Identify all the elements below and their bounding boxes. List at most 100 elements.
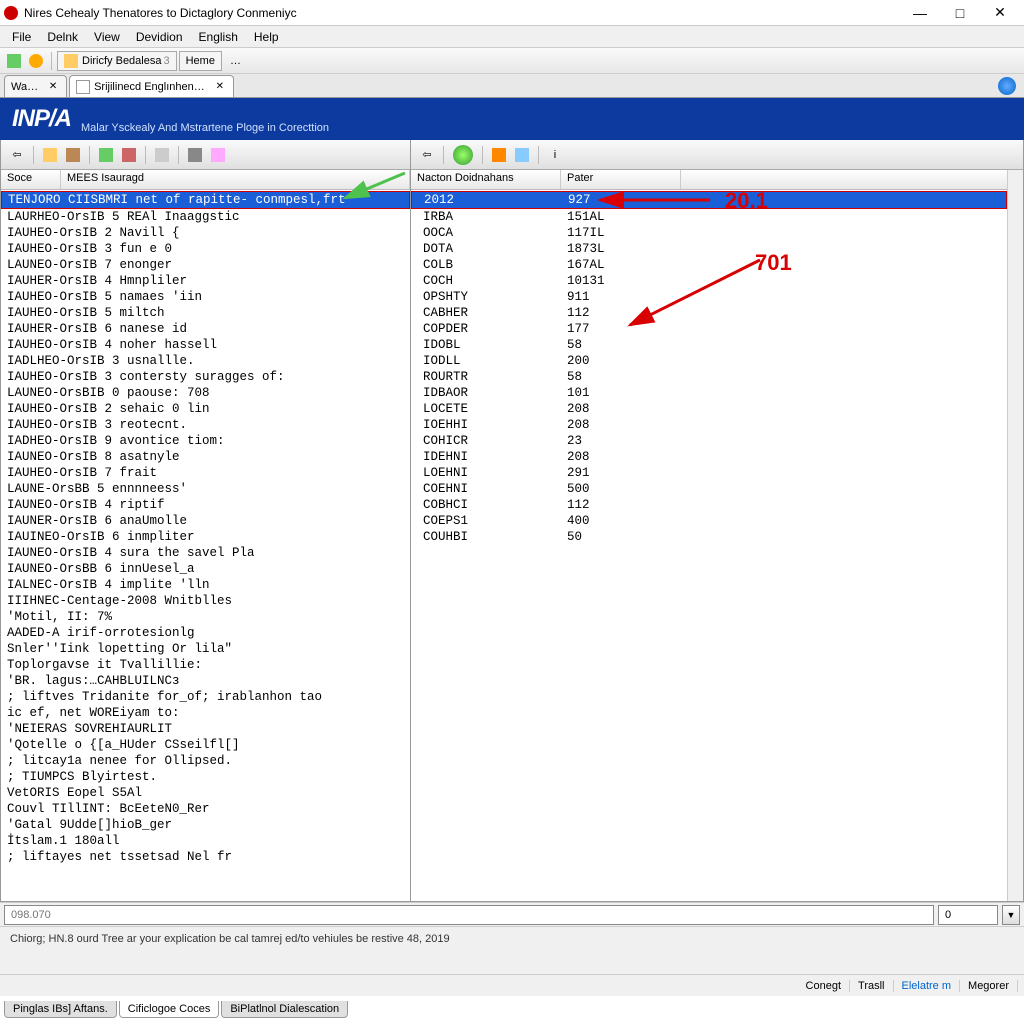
list-item[interactable]: IIIHNEC-Centage-2008 Wnitblles xyxy=(1,593,410,609)
list-item[interactable]: IAUHEO-OrsIB 2 sehaic 0 lin xyxy=(1,401,410,417)
list-item[interactable]: LAUNEO-OrsIB 7 enonger xyxy=(1,257,410,273)
list-item[interactable]: IAUHER-OrsIB 6 nanese id xyxy=(1,321,410,337)
list-item[interactable]: IAUHEO-OrsIB 3 reotecnt. xyxy=(1,417,410,433)
info-icon[interactable]: i xyxy=(545,145,565,165)
btab-3[interactable]: BiPlatlnol Dialescation xyxy=(221,1001,348,1018)
book-icon[interactable] xyxy=(185,145,205,165)
value-input[interactable] xyxy=(938,905,998,925)
list-item[interactable]: IAUNEO-OrsIB 4 sura the savel Pla xyxy=(1,545,410,561)
maximize-button[interactable]: □ xyxy=(940,1,980,25)
status-megorer[interactable]: Megorer xyxy=(960,980,1018,992)
back2-icon[interactable]: ⇦ xyxy=(417,145,437,165)
list-item[interactable]: Toplorgavse it Tvallillie: xyxy=(1,657,410,673)
right-col-2[interactable]: Pater xyxy=(561,170,681,189)
card-icon[interactable] xyxy=(152,145,172,165)
directory-button[interactable]: Diricfy Bedalesa 3 xyxy=(57,51,177,71)
list-item[interactable]: IAUHEO-OrsIB 3 fun e 0 xyxy=(1,241,410,257)
flag-icon[interactable] xyxy=(489,145,509,165)
table-row[interactable]: COBHCI112 xyxy=(411,497,1007,513)
left-list[interactable]: TENJORO CIISBMRI net of rapitte- conmpes… xyxy=(1,190,410,901)
list-item[interactable]: IAUINEO-OrsIB 6 inmpliter xyxy=(1,529,410,545)
status-connect[interactable]: Conegt xyxy=(798,980,850,992)
back-icon[interactable]: ⇦ xyxy=(7,145,27,165)
menu-english[interactable]: English xyxy=(191,28,246,46)
list-item[interactable]: IAUNEO-OrsIB 8 asatnyle xyxy=(1,449,410,465)
menu-delnk[interactable]: Delnk xyxy=(39,28,86,46)
play-icon[interactable] xyxy=(450,142,476,168)
list-item[interactable]: IAUHEO-OrsIB 2 Navill { xyxy=(1,225,410,241)
table-row[interactable]: IOEHHI208 xyxy=(411,417,1007,433)
menu-file[interactable]: File xyxy=(4,28,39,46)
save-icon[interactable] xyxy=(63,145,83,165)
status-elelatre[interactable]: Elelatre m xyxy=(894,980,961,992)
tab-2[interactable]: Srijilinecd Englınhen… ✕ xyxy=(69,75,234,97)
table-row[interactable]: IDOBL58 xyxy=(411,337,1007,353)
table-row[interactable]: ROURTR58 xyxy=(411,369,1007,385)
tab-2-close-icon[interactable]: ✕ xyxy=(213,80,227,94)
tool-refresh-icon[interactable] xyxy=(26,51,46,71)
tool-new-icon[interactable] xyxy=(4,51,24,71)
tab-1[interactable]: Wa… ✕ xyxy=(4,75,67,97)
status-trasll[interactable]: Trasll xyxy=(850,980,893,992)
right-col-1[interactable]: Nacton Doidnahans xyxy=(411,170,561,189)
table-row[interactable]: OOCA117IL xyxy=(411,225,1007,241)
list-item[interactable]: ; liftayes net tssetsad Nel fr xyxy=(1,849,410,865)
list-item[interactable]: ; liftves Tridanite for_of; irablanhon t… xyxy=(1,689,410,705)
minimize-button[interactable]: — xyxy=(900,1,940,25)
tab-1-close-icon[interactable]: ✕ xyxy=(46,80,60,94)
right-list[interactable]: 2012927IRBA151ALOOCA117ILDOTA1873LCOLB16… xyxy=(411,190,1007,901)
table-row[interactable]: CABHER112 xyxy=(411,305,1007,321)
list-item[interactable]: IAUHEO-OrsIB 7 frait xyxy=(1,465,410,481)
table-row[interactable]: COHICR23 xyxy=(411,433,1007,449)
list-item[interactable]: AADED-A irif-orrotesionlg xyxy=(1,625,410,641)
globe-icon[interactable] xyxy=(998,77,1016,95)
list-item[interactable]: 'Motil, II: 7% xyxy=(1,609,410,625)
table-row[interactable]: DOTA1873L xyxy=(411,241,1007,257)
list-item[interactable]: IAUNER-OrsIB 6 anaUmolle xyxy=(1,513,410,529)
list-item[interactable]: IAUHEO-OrsIB 5 namaes 'iin xyxy=(1,289,410,305)
list-item[interactable]: LAUNE-OrsBB 5 ennnneess' xyxy=(1,481,410,497)
table-row[interactable]: LOEHNI291 xyxy=(411,465,1007,481)
table-row[interactable]: COCH10131 xyxy=(411,273,1007,289)
list-item[interactable]: LAURHEO-OrsIB 5 REAl Inaaggstic xyxy=(1,209,410,225)
list-item[interactable]: IAUNEO-OrsBB 6 innUesel_a xyxy=(1,561,410,577)
home-button[interactable]: Heme xyxy=(179,51,222,71)
close-button[interactable]: ✕ xyxy=(980,1,1020,25)
list-item[interactable]: IAUNEO-OrsIB 4 riptif xyxy=(1,497,410,513)
table-row[interactable]: COEPS1400 xyxy=(411,513,1007,529)
menu-help[interactable]: Help xyxy=(246,28,287,46)
table-row[interactable]: IRBA151AL xyxy=(411,209,1007,225)
list-item[interactable]: ; litcay1a nenee for Ollipsed. xyxy=(1,753,410,769)
table-row[interactable]: 2012927 xyxy=(411,191,1007,209)
grid1-icon[interactable] xyxy=(96,145,116,165)
list-item[interactable]: Snler''Iink lopetting Or lila" xyxy=(1,641,410,657)
grid2-icon[interactable] xyxy=(119,145,139,165)
list-item[interactable]: 'BR. lagus:…CAHBLUILNCз xyxy=(1,673,410,689)
left-col-1[interactable]: Soce xyxy=(1,170,61,189)
list-item[interactable]: IAUHEO-OrsIB 5 miltch xyxy=(1,305,410,321)
search-input[interactable] xyxy=(4,905,934,925)
menu-view[interactable]: View xyxy=(86,28,128,46)
list-item[interactable]: IAUHEO-OrsIB 4 noher hassell xyxy=(1,337,410,353)
table-row[interactable]: COUHBI50 xyxy=(411,529,1007,545)
list-item[interactable]: IADHEO-OrsIB 9 avontice tiom: xyxy=(1,433,410,449)
list-item[interactable]: 'Qotelle o {[a_HUder CSseilfl[] xyxy=(1,737,410,753)
list-item[interactable]: ic ef, net WOREiyam to: xyxy=(1,705,410,721)
list-item[interactable]: IALNEC-OrsIB 4 implite 'lln xyxy=(1,577,410,593)
list-item[interactable]: 'NEIERAS SOVREHIAURLIT xyxy=(1,721,410,737)
left-col-2[interactable]: MEES Isauragd xyxy=(61,170,410,189)
table-row[interactable]: LOCETE208 xyxy=(411,401,1007,417)
list-item[interactable]: ; TIUMPCS Blyirtest. xyxy=(1,769,410,785)
scrollbar[interactable] xyxy=(1007,170,1023,901)
list-item[interactable]: 'Gatal 9Udde[]hioB_ger xyxy=(1,817,410,833)
table-row[interactable]: IDEHNI208 xyxy=(411,449,1007,465)
table-row[interactable]: IDBAOR101 xyxy=(411,385,1007,401)
list-item[interactable]: Couvl TIllINT: BcEeteN0_Rer xyxy=(1,801,410,817)
table-row[interactable]: IODLL200 xyxy=(411,353,1007,369)
list-item[interactable]: VetORIS Eopel S5Al xyxy=(1,785,410,801)
table-row[interactable]: COEHNI500 xyxy=(411,481,1007,497)
table-row[interactable]: COLB167AL xyxy=(411,257,1007,273)
list-item[interactable]: LAUNEO-OrsBIB 0 paouse: 708 xyxy=(1,385,410,401)
table-row[interactable]: OPSHTY911 xyxy=(411,289,1007,305)
menu-devidion[interactable]: Devidion xyxy=(128,28,191,46)
